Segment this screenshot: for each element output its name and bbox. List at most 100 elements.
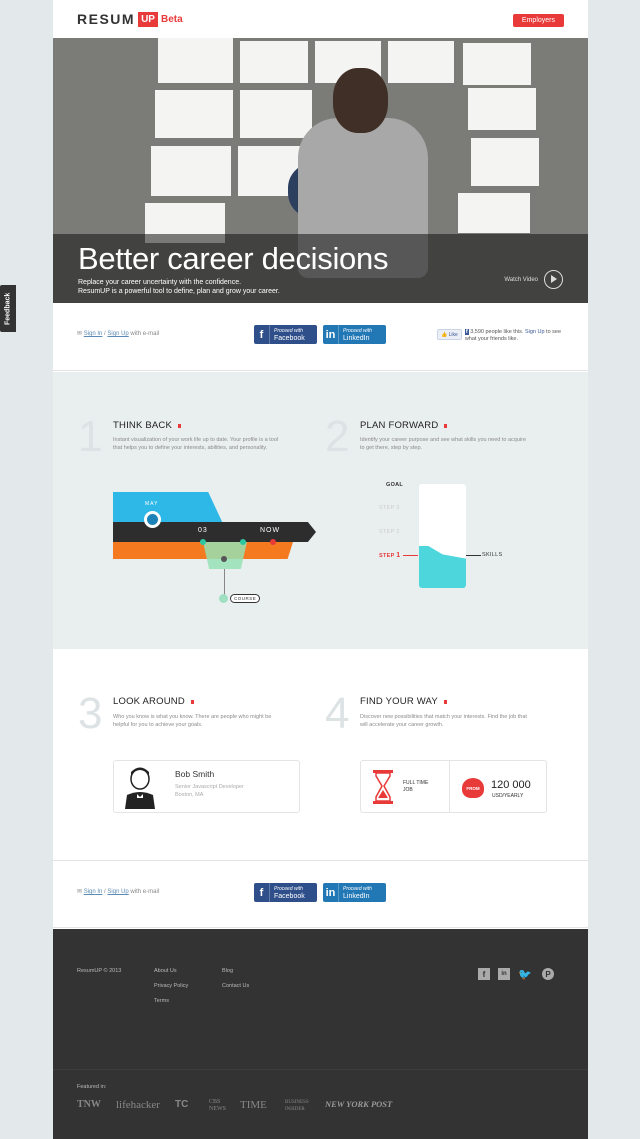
like-count: 3,590 people like this. <box>470 329 524 335</box>
linkedin-icon: in <box>323 325 339 344</box>
job-card-divider <box>449 761 450 812</box>
press-logo-cbs: CBS NEWS <box>209 1099 226 1112</box>
plan-step1-label: STEP <box>379 553 395 559</box>
facebook-icon: f <box>254 883 270 902</box>
facebook-small-icon: f <box>464 329 469 335</box>
footer-link-terms[interactable]: Terms <box>154 998 169 1004</box>
course-dot <box>219 594 228 603</box>
facebook-button[interactable]: f Proceed with Facebook <box>254 325 317 344</box>
sign-up-link[interactable]: Sign Up <box>107 889 128 895</box>
person-role: Senior Javascript Developer <box>175 784 244 790</box>
hero-person-head <box>333 68 388 133</box>
facebook-button[interactable]: f Proceed with Facebook <box>254 883 317 902</box>
job-type-line2: JOB <box>403 787 413 793</box>
feature-description: Discover new possibilities that match yo… <box>360 714 527 728</box>
linkedin-button[interactable]: in Proceed with LinkedIn <box>323 883 386 902</box>
email-signin: ✉ Sign In / Sign Up with e-mail <box>77 888 159 895</box>
footer-link-blog[interactable]: Blog <box>222 968 233 974</box>
feedback-tab[interactable]: Feedback <box>0 285 16 332</box>
hero-paper <box>458 193 530 233</box>
person-name: Bob Smith <box>175 769 215 779</box>
feature-description: Identify your career purpose and see wha… <box>360 437 527 451</box>
hero-subtitle: Replace your career uncertainty with the… <box>78 278 398 296</box>
hourglass-icon <box>373 770 393 804</box>
plan-step2: STEP 2 <box>379 529 400 535</box>
pinterest-icon[interactable]: P <box>542 968 554 980</box>
avatar-icon <box>125 767 155 809</box>
footer-link-about[interactable]: About Us <box>154 968 177 974</box>
linkedin-button[interactable]: in Proceed with LinkedIn <box>323 325 386 344</box>
job-card[interactable]: FULL TIME JOB FROM 120 000 USD/YEARLY <box>360 760 547 813</box>
feature-title-text: THINK BACK <box>113 420 173 431</box>
job-from-label: FROM <box>466 785 480 791</box>
like-signup-link[interactable]: Sign Up <box>525 329 545 335</box>
plan-column <box>419 484 466 588</box>
twitter-icon[interactable]: 🐦 <box>518 968 532 981</box>
job-type: FULL TIME JOB <box>403 780 428 794</box>
facebook-like-box: 👍 Like f 3,590 people like this. Sign Up… <box>437 329 565 343</box>
hero-title: Better career decisions <box>78 241 389 276</box>
like-button[interactable]: 👍 Like <box>437 329 462 340</box>
logo-beta: Beta <box>160 13 183 25</box>
feature-title: PLAN FORWARD <box>360 420 448 431</box>
person-card[interactable]: Bob Smith Senior Javascript Developer Bo… <box>113 760 300 813</box>
linkedin-label: LinkedIn <box>343 334 370 342</box>
timeline-bar <box>113 522 316 542</box>
logo[interactable]: RESUM UP Beta <box>77 11 183 27</box>
features-section-1: 1 THINK BACK Instant visualization of yo… <box>53 372 588 649</box>
red-dot-icon <box>443 700 447 704</box>
watch-video-label: Watch Video <box>504 276 538 283</box>
linkedin-icon[interactable]: in <box>498 968 510 980</box>
job-salary: 120 000 <box>491 779 531 791</box>
facebook-label: Facebook <box>274 892 305 900</box>
footer-link-privacy[interactable]: Privacy Policy <box>154 983 188 989</box>
sign-in-link[interactable]: Sign In <box>84 331 103 337</box>
email-signin: ✉ Sign In / Sign Up with e-mail <box>77 330 159 337</box>
hero-paper <box>388 41 454 83</box>
timeline-blue-band <box>113 492 223 522</box>
play-icon <box>544 270 563 289</box>
logo-text: RESUM <box>77 11 136 27</box>
hero-subtitle-line: Replace your career uncertainty with the… <box>78 279 242 286</box>
feature-title: FIND YOUR WAY <box>360 696 447 707</box>
facebook-label: Facebook <box>274 334 305 342</box>
hero-paper <box>471 138 539 186</box>
linkedin-small-label: Proceed with <box>343 327 372 334</box>
hero-paper <box>240 90 312 138</box>
plan-step3: STEP 3 <box>379 505 400 511</box>
footer-divider <box>53 1069 588 1070</box>
with-email-text: with e-mail <box>128 331 160 337</box>
job-type-line1: FULL TIME <box>403 780 429 786</box>
footer-link-contact[interactable]: Contact Us <box>222 983 249 989</box>
press-logo-lifehacker: lifehacker <box>116 1099 160 1111</box>
top-bar: RESUM UP Beta Employers <box>53 0 588 38</box>
person-details: Senior Javascript Developer Boston, MA <box>175 783 244 799</box>
employers-button[interactable]: Employers <box>512 14 564 27</box>
facebook-icon[interactable]: f <box>478 968 490 980</box>
press-logo-time: TIME <box>240 1099 267 1111</box>
feature-title-text: PLAN FORWARD <box>360 420 439 431</box>
feature-number: 4 <box>325 689 350 738</box>
watch-video-button[interactable]: Watch Video <box>504 270 563 289</box>
facebook-icon: f <box>254 325 270 344</box>
linkedin-label: LinkedIn <box>343 892 370 900</box>
hero-paper <box>151 146 231 196</box>
press-logo-nypost: NEW YORK POST <box>325 1099 393 1109</box>
plan-skills: SKILLS <box>482 552 503 558</box>
feature-number: 2 <box>325 412 350 461</box>
facebook-small-label: Proceed with <box>274 327 303 334</box>
feature-title-text: LOOK AROUND <box>113 696 185 707</box>
timeline-may: MAY <box>145 501 159 507</box>
timeline-dot <box>221 556 227 562</box>
plan-step1-num: 1 <box>396 552 401 559</box>
sign-up-link[interactable]: Sign Up <box>107 331 128 337</box>
plan-step1-line <box>403 555 418 556</box>
feature-number: 1 <box>78 412 103 461</box>
linkedin-small-label: Proceed with <box>343 885 372 892</box>
timeline-dot <box>270 539 276 545</box>
feature-description: Instant visualization of your work life … <box>113 437 279 451</box>
sign-in-link[interactable]: Sign In <box>84 889 103 895</box>
course-tag: COURSE <box>230 594 261 603</box>
timeline-month: 03 <box>198 527 208 534</box>
timeline-dot <box>200 539 206 545</box>
